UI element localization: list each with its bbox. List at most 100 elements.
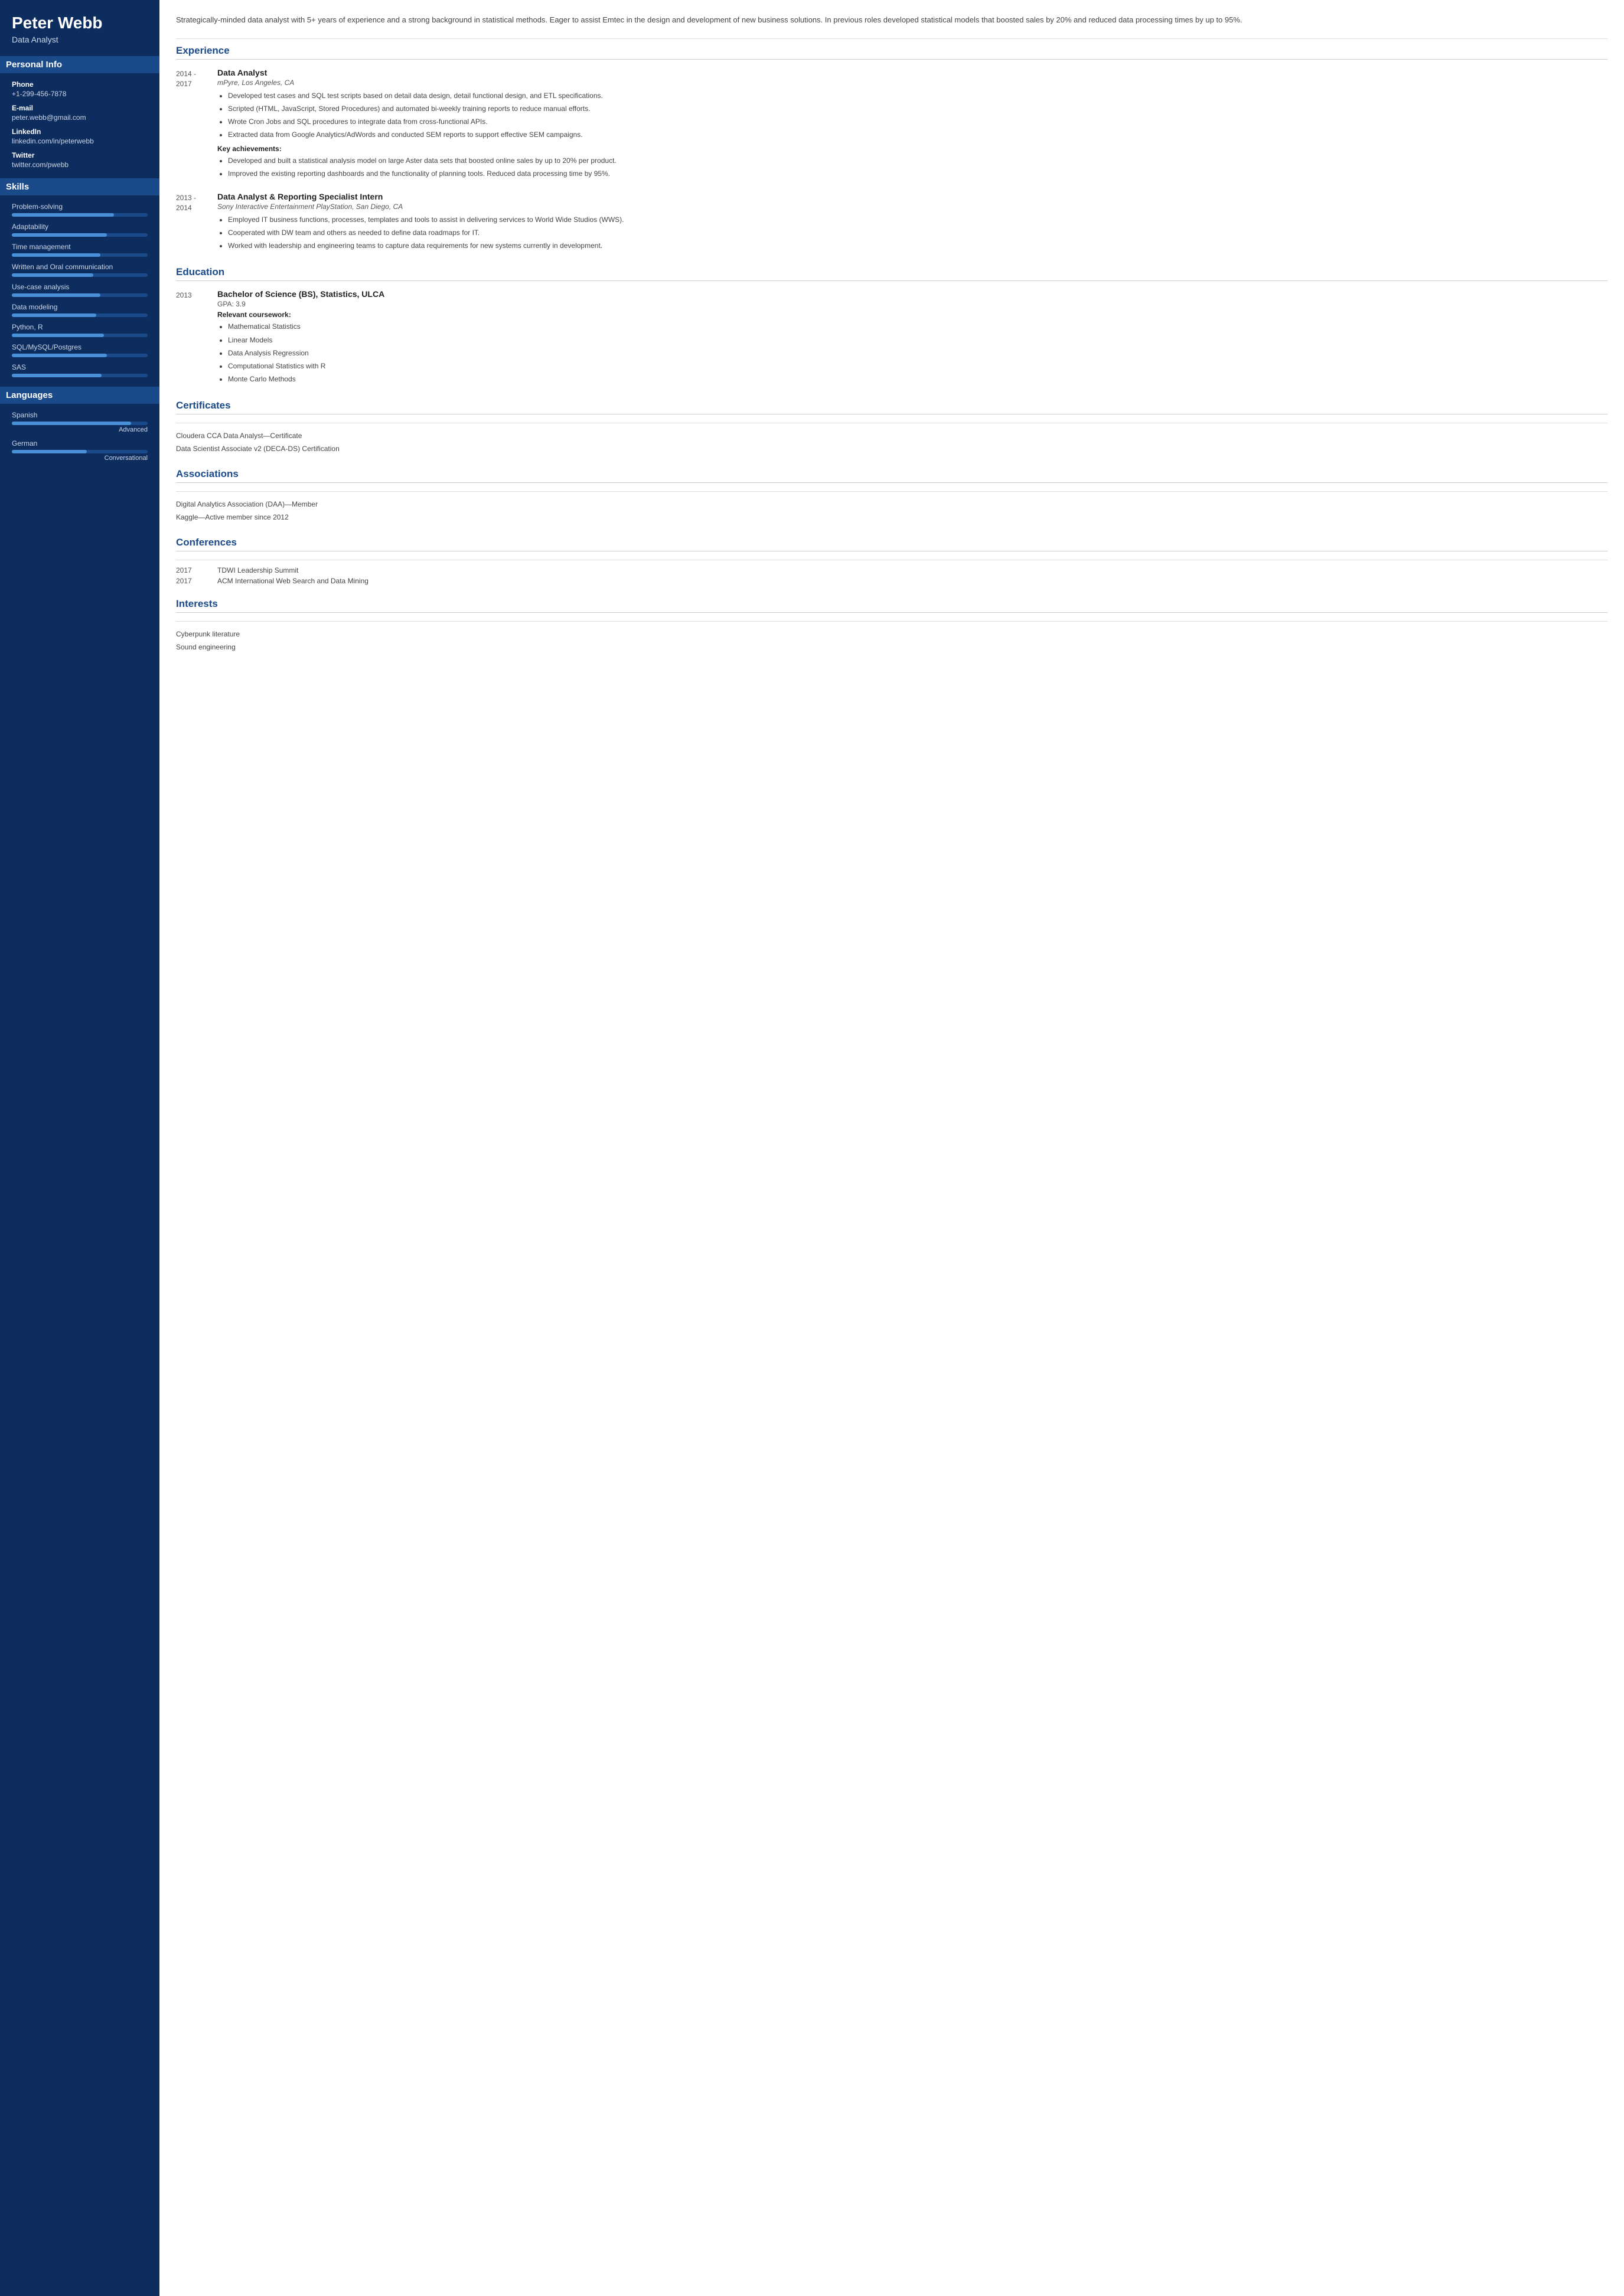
interest-item: Sound engineering xyxy=(176,641,1607,654)
sidebar: Peter Webb Data Analyst Personal Info Ph… xyxy=(0,0,159,2296)
certificates-heading: Certificates xyxy=(176,400,1607,414)
experience-heading: Experience xyxy=(176,45,1607,60)
skill-item: Data modeling xyxy=(12,303,148,317)
summary-text: Strategically-minded data analyst with 5… xyxy=(176,14,1607,27)
education-list: 2013Bachelor of Science (BS), Statistics… xyxy=(176,289,1607,387)
skill-name: Adaptability xyxy=(12,223,148,231)
association-item: Digital Analytics Association (DAA)—Memb… xyxy=(176,498,1607,511)
candidate-name: Peter Webb xyxy=(12,14,148,32)
skill-bar-background xyxy=(12,273,148,277)
skill-bar-background xyxy=(12,334,148,337)
experience-bullet: Scripted (HTML, JavaScript, Stored Proce… xyxy=(228,103,1607,115)
skill-bar-fill xyxy=(12,354,107,357)
skill-bar-background xyxy=(12,253,148,257)
coursework-label: Relevant coursework: xyxy=(217,311,1607,319)
conference-year: 2017 xyxy=(176,577,217,585)
skills-list: Problem-solvingAdaptabilityTime manageme… xyxy=(12,203,148,377)
language-name: Spanish xyxy=(12,411,148,419)
experience-bullets: Employed IT business functions, processe… xyxy=(217,214,1607,252)
contact-label: E-mail xyxy=(12,104,148,112)
experience-title: Data Analyst xyxy=(217,68,1607,77)
contact-value: +1-299-456-7878 xyxy=(12,90,148,98)
skill-name: Written and Oral communication xyxy=(12,263,148,271)
coursework-item: Computational Statistics with R xyxy=(228,361,1607,372)
achievements-label: Key achievements: xyxy=(217,145,1607,153)
contact-label: Twitter xyxy=(12,151,148,159)
certificates-section: Certificates Cloudera CCA Data Analyst—C… xyxy=(176,400,1607,455)
skill-name: SAS xyxy=(12,363,148,371)
skill-item: Use-case analysis xyxy=(12,283,148,297)
experience-org: mPyre, Los Angeles, CA xyxy=(217,79,1607,87)
education-heading: Education xyxy=(176,266,1607,281)
coursework-item: Linear Models xyxy=(228,335,1607,346)
conferences-section: Conferences 2017TDWI Leadership Summit20… xyxy=(176,537,1607,585)
language-level-label: Conversational xyxy=(12,455,148,462)
coursework-item: Mathematical Statistics xyxy=(228,321,1607,332)
language-bar-background xyxy=(12,422,148,425)
skill-name: Data modeling xyxy=(12,303,148,311)
coursework-item: Data Analysis Regression xyxy=(228,348,1607,359)
skill-bar-background xyxy=(12,213,148,217)
experience-bullet: Employed IT business functions, processe… xyxy=(228,214,1607,226)
conferences-list: 2017TDWI Leadership Summit2017ACM Intern… xyxy=(176,566,1607,585)
language-item: Spanish Advanced xyxy=(12,411,148,433)
education-section: Education 2013Bachelor of Science (BS), … xyxy=(176,266,1607,387)
conference-year: 2017 xyxy=(176,566,217,574)
language-level-label: Advanced xyxy=(12,426,148,433)
contact-item: Phone+1-299-456-7878 xyxy=(12,80,148,98)
education-gpa: GPA: 3.9 xyxy=(217,300,1607,308)
experience-section: Experience 2014 - 2017Data AnalystmPyre,… xyxy=(176,45,1607,254)
contact-label: LinkedIn xyxy=(12,128,148,136)
experience-bullet: Extracted data from Google Analytics/AdW… xyxy=(228,129,1607,141)
skills-heading: Skills xyxy=(0,178,159,195)
associations-list: Digital Analytics Association (DAA)—Memb… xyxy=(176,498,1607,524)
achievement-bullet: Developed and built a statistical analys… xyxy=(228,155,1607,166)
skill-item: SQL/MySQL/Postgres xyxy=(12,343,148,357)
interest-item: Cyberpunk literature xyxy=(176,628,1607,641)
skill-name: Time management xyxy=(12,243,148,251)
skill-name: SQL/MySQL/Postgres xyxy=(12,343,148,351)
skill-bar-background xyxy=(12,313,148,317)
skill-bar-background xyxy=(12,293,148,297)
conference-entry: 2017TDWI Leadership Summit xyxy=(176,566,1607,574)
skill-item: Adaptability xyxy=(12,223,148,237)
language-item: German Conversational xyxy=(12,439,148,462)
skill-bar-fill xyxy=(12,213,114,217)
personal-info-heading: Personal Info xyxy=(0,56,159,73)
education-content: Bachelor of Science (BS), Statistics, UL… xyxy=(217,289,1607,387)
skill-bar-fill xyxy=(12,334,104,337)
candidate-title: Data Analyst xyxy=(12,35,148,44)
experience-title: Data Analyst & Reporting Specialist Inte… xyxy=(217,192,1607,201)
interests-section: Interests Cyberpunk literatureSound engi… xyxy=(176,598,1607,654)
experience-entry: 2014 - 2017Data AnalystmPyre, Los Angele… xyxy=(176,68,1607,181)
skill-bar-fill xyxy=(12,253,100,257)
associations-section: Associations Digital Analytics Associati… xyxy=(176,468,1607,524)
skill-item: Time management xyxy=(12,243,148,257)
experience-bullets: Developed test cases and SQL test script… xyxy=(217,90,1607,141)
education-year: 2013 xyxy=(176,289,217,387)
skill-bar-fill xyxy=(12,293,100,297)
experience-bullet: Cooperated with DW team and others as ne… xyxy=(228,227,1607,239)
achievement-bullet: Improved the existing reporting dashboar… xyxy=(228,168,1607,179)
certificates-list: Cloudera CCA Data Analyst—CertificateDat… xyxy=(176,429,1607,455)
main-content: Strategically-minded data analyst with 5… xyxy=(159,0,1624,2296)
language-bar-fill xyxy=(12,422,131,425)
certificate-item: Cloudera CCA Data Analyst—Certificate xyxy=(176,429,1607,442)
skill-name: Python, R xyxy=(12,323,148,331)
skill-bar-fill xyxy=(12,313,96,317)
skill-item: Python, R xyxy=(12,323,148,337)
conference-name: ACM International Web Search and Data Mi… xyxy=(217,577,369,585)
associations-heading: Associations xyxy=(176,468,1607,483)
certificate-item: Data Scientist Associate v2 (DECA-DS) Ce… xyxy=(176,442,1607,455)
interests-heading: Interests xyxy=(176,598,1607,613)
achievements-list: Developed and built a statistical analys… xyxy=(217,155,1607,179)
experience-year: 2013 - 2014 xyxy=(176,192,217,254)
skill-bar-fill xyxy=(12,273,93,277)
languages-heading: Languages xyxy=(0,387,159,404)
contact-item: LinkedInlinkedin.com/in/peterwebb xyxy=(12,128,148,145)
contact-value: linkedin.com/in/peterwebb xyxy=(12,137,148,145)
skill-bar-fill xyxy=(12,233,107,237)
contact-list: Phone+1-299-456-7878E-mailpeter.webb@gma… xyxy=(12,80,148,169)
language-name: German xyxy=(12,439,148,448)
contact-value: twitter.com/pwebb xyxy=(12,161,148,169)
